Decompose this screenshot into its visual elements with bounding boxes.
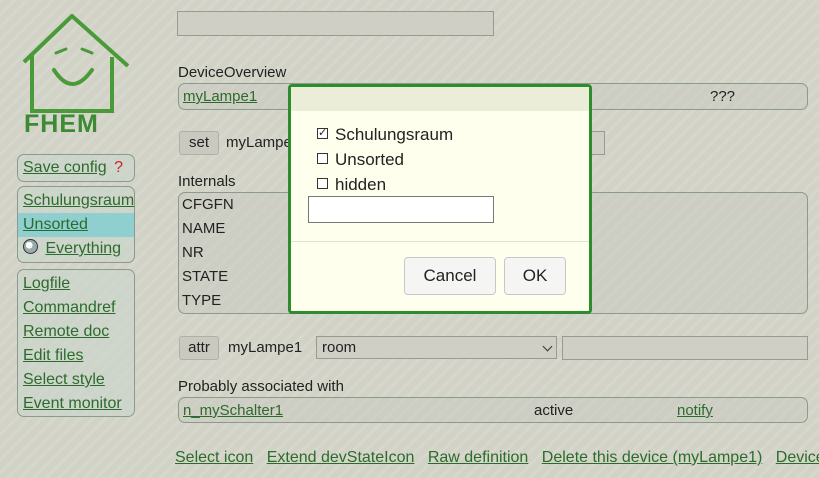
assoc-device-link[interactable]: n_mySchalter1 bbox=[183, 402, 283, 419]
house-icon bbox=[22, 14, 130, 113]
room-item-schulungsraum[interactable]: Schulungsraum bbox=[18, 189, 134, 213]
attr-button[interactable]: attr bbox=[179, 336, 219, 360]
fhem-logo[interactable]: FHEM bbox=[20, 12, 132, 142]
sidebar-link-remote-doc[interactable]: Remote doc bbox=[18, 320, 134, 344]
assoc-title: Probably associated with bbox=[178, 378, 344, 395]
option-hidden[interactable]: hidden bbox=[317, 174, 386, 196]
extend-devstateicon-link[interactable]: Extend devStateIcon bbox=[267, 449, 415, 466]
save-config-box: Save config ? bbox=[17, 154, 135, 182]
internals-title: Internals bbox=[178, 173, 236, 190]
new-room-input[interactable] bbox=[308, 196, 494, 223]
option-unsorted[interactable]: Unsorted bbox=[317, 149, 404, 171]
raw-definition-link[interactable]: Raw definition bbox=[428, 449, 529, 466]
internal-state: STATE bbox=[182, 268, 229, 285]
delete-device-link[interactable]: Delete this device (myLampe1) bbox=[542, 449, 763, 466]
internal-nr: NR bbox=[182, 244, 204, 261]
device-overview-title: DeviceOverview bbox=[178, 64, 287, 81]
ok-button[interactable]: OK bbox=[504, 257, 566, 295]
command-input[interactable] bbox=[177, 11, 494, 36]
select-icon-link[interactable]: Select icon bbox=[175, 449, 253, 466]
checkbox-hidden[interactable] bbox=[317, 178, 328, 190]
save-config-link[interactable]: Save config ? bbox=[18, 155, 134, 181]
sidebar-link-event-monitor[interactable]: Event monitor bbox=[18, 392, 134, 416]
sidebar-link-edit-files[interactable]: Edit files bbox=[18, 344, 134, 368]
checkbox-schulungsraum[interactable]: ✓ bbox=[317, 128, 328, 140]
sidebar-link-select-style[interactable]: Select style bbox=[18, 368, 134, 392]
tools-list: Logfile Commandref Remote doc Edit files… bbox=[17, 269, 135, 417]
cancel-button[interactable]: Cancel bbox=[404, 257, 496, 295]
room-item-everything[interactable]: Everything bbox=[18, 237, 134, 261]
device-link[interactable]: myLampe1 bbox=[183, 88, 257, 105]
attr-value-field[interactable] bbox=[562, 336, 808, 360]
attr-select[interactable]: room bbox=[316, 336, 557, 359]
globe-icon bbox=[23, 239, 38, 255]
sidebar-link-logfile[interactable]: Logfile bbox=[18, 272, 134, 296]
internal-type: TYPE bbox=[182, 292, 222, 309]
set-button[interactable]: set bbox=[179, 131, 219, 155]
internal-name: NAME bbox=[182, 220, 226, 237]
chevron-down-icon bbox=[542, 341, 553, 352]
logo-text: FHEM bbox=[24, 110, 99, 138]
device-state: ??? bbox=[710, 88, 736, 105]
assoc-row: n_mySchalter1 active notify bbox=[178, 397, 808, 423]
help-marker[interactable]: ? bbox=[114, 159, 123, 176]
option-schulungsraum[interactable]: ✓ Schulungsraum bbox=[317, 124, 453, 146]
assoc-state: active bbox=[534, 402, 574, 419]
dialog-titlebar[interactable] bbox=[291, 87, 589, 111]
dialog-divider bbox=[291, 241, 589, 242]
device-link-truncated[interactable]: Device bbox=[776, 449, 819, 466]
attr-select-value: room bbox=[322, 339, 357, 356]
assoc-notify-link[interactable]: notify bbox=[677, 402, 713, 419]
room-list: Schulungsraum Unsorted Everything bbox=[17, 186, 135, 263]
room-select-dialog: ✓ Schulungsraum Unsorted hidden Cancel OK bbox=[288, 84, 592, 314]
attr-device-label: myLampe1 bbox=[228, 339, 303, 356]
room-item-unsorted[interactable]: Unsorted bbox=[18, 213, 134, 237]
internal-cfgfn: CFGFN bbox=[182, 196, 234, 213]
sidebar-link-commandref[interactable]: Commandref bbox=[18, 296, 134, 320]
bottom-links: Select icon Extend devStateIcon Raw defi… bbox=[175, 449, 819, 467]
checkbox-unsorted[interactable] bbox=[317, 153, 328, 165]
